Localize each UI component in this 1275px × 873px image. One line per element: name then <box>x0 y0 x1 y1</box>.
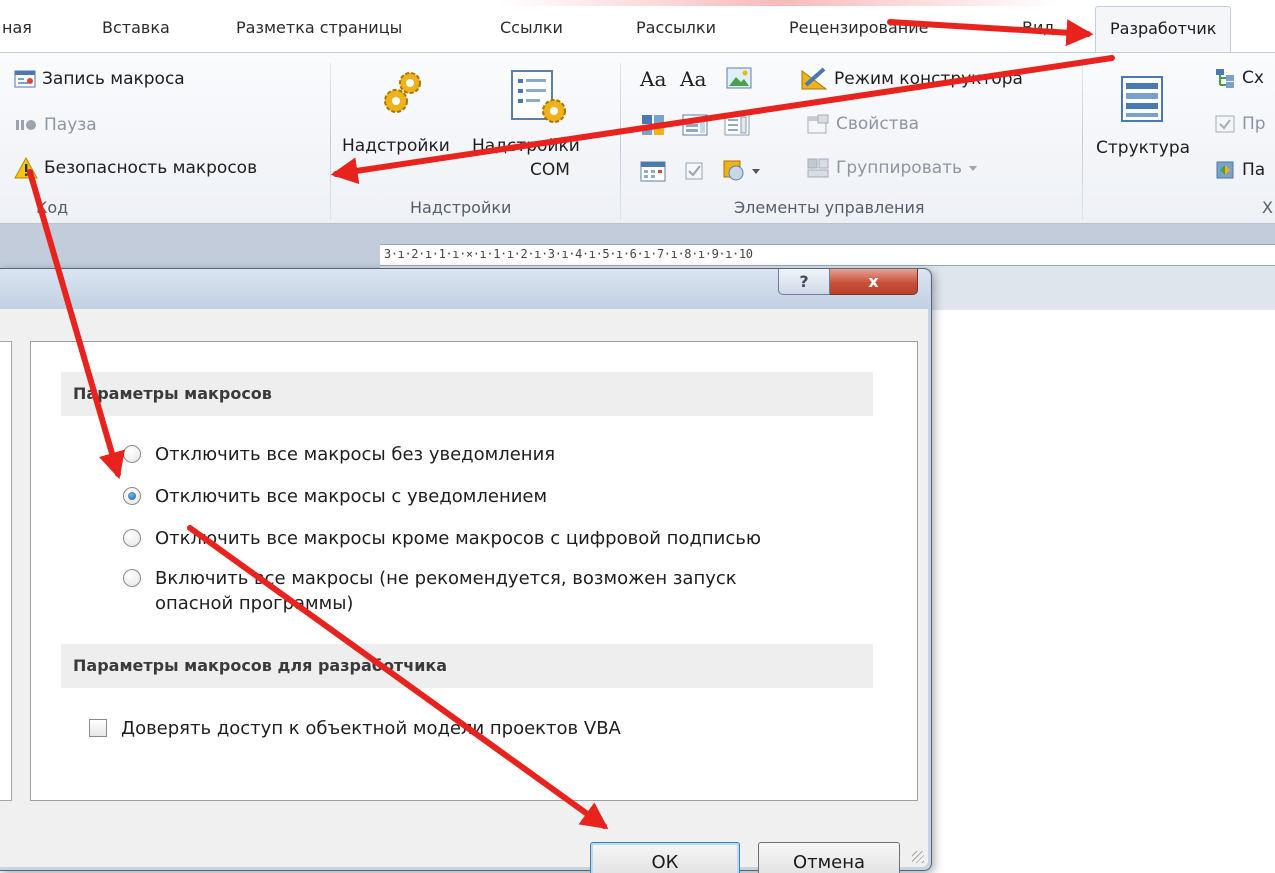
option-label: Включить все макросы (не рекомендуется, … <box>155 566 737 616</box>
chevron-down-icon <box>968 164 978 172</box>
tab-review[interactable]: Рецензирование <box>789 18 928 37</box>
macro-security-label: Безопасность макросов <box>44 158 258 178</box>
cancel-button[interactable]: Отмена <box>758 842 900 873</box>
pause-recording-button[interactable]: Пауза <box>14 115 97 135</box>
warning-icon <box>14 157 38 179</box>
combo-box-icon[interactable] <box>682 113 708 137</box>
plain-text-control[interactable]: Aa <box>680 67 706 91</box>
option-disable-except-signed[interactable]: Отключить все макросы кроме макросов с ц… <box>123 526 761 551</box>
ok-label: ОК <box>651 851 679 873</box>
option-label: Отключить все макросы кроме макросов с ц… <box>155 528 762 549</box>
dialog-title-bar[interactable]: ? x <box>0 269 930 309</box>
properties-button[interactable]: Свойства <box>806 113 919 135</box>
macro-settings-heading: Параметры макросов <box>61 372 873 416</box>
tab-view[interactable]: Вид <box>1022 18 1054 37</box>
pause-icon <box>14 117 38 133</box>
trust-vba-checkbox[interactable] <box>89 719 107 737</box>
design-mode-label: Режим конструктора <box>834 69 1023 89</box>
expansion-pack-button[interactable]: Па <box>1214 159 1265 181</box>
expansion-pack-label: Па <box>1242 160 1266 180</box>
addins-group-label: Надстройки <box>410 198 512 217</box>
close-icon: x <box>868 272 879 291</box>
radio-disable-except-signed[interactable] <box>123 529 141 547</box>
option-label-line2: опасной программы) <box>155 593 354 614</box>
controls-group-label: Элементы управления <box>734 198 925 217</box>
design-mode-icon <box>800 67 828 91</box>
settings-panel: Параметры макросов Отключить все макросы… <box>30 341 918 801</box>
record-macro-label: Запись макроса <box>42 69 185 89</box>
properties-icon <box>806 113 830 135</box>
option-disable-no-notify[interactable]: Отключить все макросы без уведомления <box>123 442 555 467</box>
cancel-label: Отмена <box>792 851 866 873</box>
close-button[interactable]: x <box>830 269 918 295</box>
com-addins-icon <box>508 69 572 129</box>
group-divider <box>330 63 331 221</box>
code-group-label: Код <box>36 198 69 217</box>
com-addins-button-label-line1[interactable]: Надстройки <box>472 135 580 157</box>
radio-disable-with-notify[interactable] <box>123 487 141 505</box>
com-addins-button-label-line2[interactable]: COM <box>530 159 570 181</box>
ribbon-panel: Запись макроса Пауза Безопасность макрос… <box>0 52 1275 224</box>
ruler-scale: 3·ı·2·ı·1·ı·⨯·ı·1·ı·2·ı·3·ı·4·ı·5·ı·6·ı·… <box>384 247 753 261</box>
date-picker-icon[interactable] <box>640 159 666 183</box>
ribbon-tab-bar: ная Вставка Разметка страницы Ссылки Рас… <box>0 0 1275 53</box>
help-button[interactable]: ? <box>778 269 830 295</box>
dialog-body: Параметры макросов Отключить все макросы… <box>0 309 928 873</box>
group-label: Группировать <box>836 158 963 178</box>
structure-icon <box>1118 75 1166 123</box>
addins-button-label[interactable]: Надстройки <box>342 135 450 157</box>
group-icon <box>806 157 830 179</box>
option-label-line1: Включить все макросы (не рекомендуется, … <box>155 568 737 589</box>
record-macro-icon <box>14 69 36 89</box>
ok-button[interactable]: ОК <box>590 842 740 873</box>
option-label: Отключить все макросы без уведомления <box>155 444 556 465</box>
dropdown-list-icon[interactable] <box>724 113 750 137</box>
tab-insert[interactable]: Вставка <box>102 18 170 37</box>
tab-references[interactable]: Ссылки <box>500 18 563 37</box>
option-disable-with-notify[interactable]: Отключить все макросы с уведомлением <box>123 484 547 509</box>
transform-label: Пр <box>1242 114 1266 134</box>
radio-disable-no-notify[interactable] <box>123 445 141 463</box>
building-blocks-icon[interactable] <box>640 113 666 137</box>
radio-selected-dot <box>128 492 136 500</box>
rich-text-control[interactable]: Aa <box>640 67 666 91</box>
addins-gear-icon <box>380 69 428 115</box>
highlight-stroke <box>500 0 1060 6</box>
resize-grip-icon[interactable] <box>912 851 924 863</box>
radio-enable-all[interactable] <box>123 569 141 587</box>
record-macro-button[interactable]: Запись макроса <box>14 69 185 89</box>
tab-developer[interactable]: Разработчик <box>1095 6 1232 53</box>
pause-label: Пауза <box>44 115 97 135</box>
group-divider <box>620 63 621 221</box>
developer-settings-heading: Параметры макросов для разработчика <box>61 644 873 688</box>
checkbox-control-icon[interactable] <box>682 159 708 183</box>
group-button[interactable]: Группировать <box>806 157 978 179</box>
tab-mailings[interactable]: Рассылки <box>636 18 716 37</box>
help-icon: ? <box>799 272 809 291</box>
trust-vba-label: Доверять доступ к объектной модели проек… <box>121 718 621 739</box>
schema-label: Сх <box>1242 68 1264 88</box>
properties-label: Свойства <box>836 114 920 134</box>
group-divider <box>1082 63 1083 221</box>
transform-button[interactable]: Пр <box>1214 113 1266 135</box>
legacy-tools-icon[interactable] <box>722 157 762 183</box>
schema-button[interactable]: Сх <box>1214 67 1264 89</box>
expansion-pack-icon <box>1214 159 1236 181</box>
xml-group-label: Х <box>1262 198 1273 217</box>
transform-icon <box>1214 113 1236 135</box>
option-label: Отключить все макросы с уведомлением <box>155 486 548 507</box>
structure-button-label[interactable]: Структура <box>1096 137 1190 159</box>
caption-buttons: ? x <box>778 269 918 295</box>
macro-settings-dialog: ? x Параметры макросов Отключить все мак… <box>0 268 932 873</box>
design-mode-button[interactable]: Режим конструктора <box>800 67 1023 91</box>
picture-control-icon[interactable] <box>726 67 752 89</box>
category-list[interactable] <box>0 341 12 801</box>
tab-page-layout[interactable]: Разметка страницы <box>236 18 402 37</box>
macro-security-button[interactable]: Безопасность макросов <box>14 157 257 179</box>
option-enable-all[interactable]: Включить все макросы (не рекомендуется, … <box>123 566 737 616</box>
tab-home[interactable]: ная <box>2 18 32 37</box>
schema-icon <box>1214 67 1236 89</box>
trust-vba-option[interactable]: Доверять доступ к объектной модели проек… <box>89 716 621 741</box>
